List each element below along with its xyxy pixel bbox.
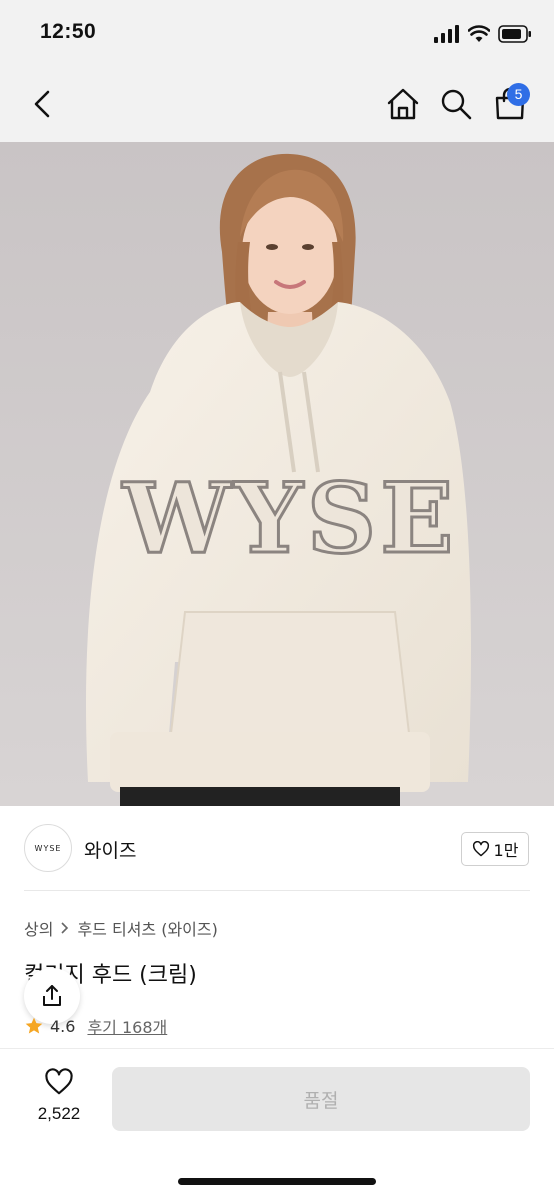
- product-image[interactable]: WYSE: [0, 142, 554, 806]
- divider: [0, 1048, 554, 1049]
- back-arrow-icon[interactable]: [28, 86, 60, 122]
- share-icon: [43, 985, 61, 1006]
- status-time: 12:50: [40, 20, 97, 43]
- brand-logo[interactable]: WYSE: [24, 824, 72, 872]
- brand-like-count: 1만: [493, 841, 519, 860]
- star-icon: [25, 1017, 43, 1034]
- signal-icon: [434, 25, 459, 43]
- wifi-icon: [468, 25, 490, 42]
- brand-like-button[interactable]: 1만: [461, 832, 529, 866]
- status-bar: 12:50: [0, 0, 554, 68]
- brand-name[interactable]: 와이즈: [84, 836, 136, 863]
- breadcrumb-subcategory[interactable]: 후드 티셔츠 (와이즈): [77, 916, 217, 940]
- breadcrumb-category[interactable]: 상의: [24, 916, 53, 940]
- wishlist-count: 2,522: [37, 1104, 81, 1123]
- breadcrumb: 상의 후드 티셔츠 (와이즈): [24, 916, 218, 940]
- heart-outline-icon: [472, 841, 489, 857]
- rating-value: 4.6: [50, 1016, 76, 1036]
- hoodie-print-text: WYSE: [122, 462, 458, 575]
- model-wearing-hoodie-illustration: WYSE: [0, 142, 554, 806]
- top-nav-bar: [0, 68, 554, 142]
- reviews-link[interactable]: 후기 168개: [87, 1014, 167, 1038]
- sold-out-button[interactable]: 품절: [112, 1067, 530, 1131]
- rating-row: 4.6 후기 168개: [24, 1014, 167, 1038]
- wishlist-button[interactable]: 2,522: [24, 1068, 94, 1124]
- heart-outline-icon: [45, 1068, 73, 1095]
- chevron-right-icon: [61, 922, 69, 934]
- status-icons: [434, 24, 532, 44]
- home-icon[interactable]: [385, 86, 421, 122]
- divider: [24, 890, 530, 891]
- cart-count-badge: 5: [507, 83, 530, 106]
- battery-icon: [498, 25, 531, 43]
- search-icon[interactable]: [438, 86, 474, 122]
- home-indicator: [178, 1178, 376, 1185]
